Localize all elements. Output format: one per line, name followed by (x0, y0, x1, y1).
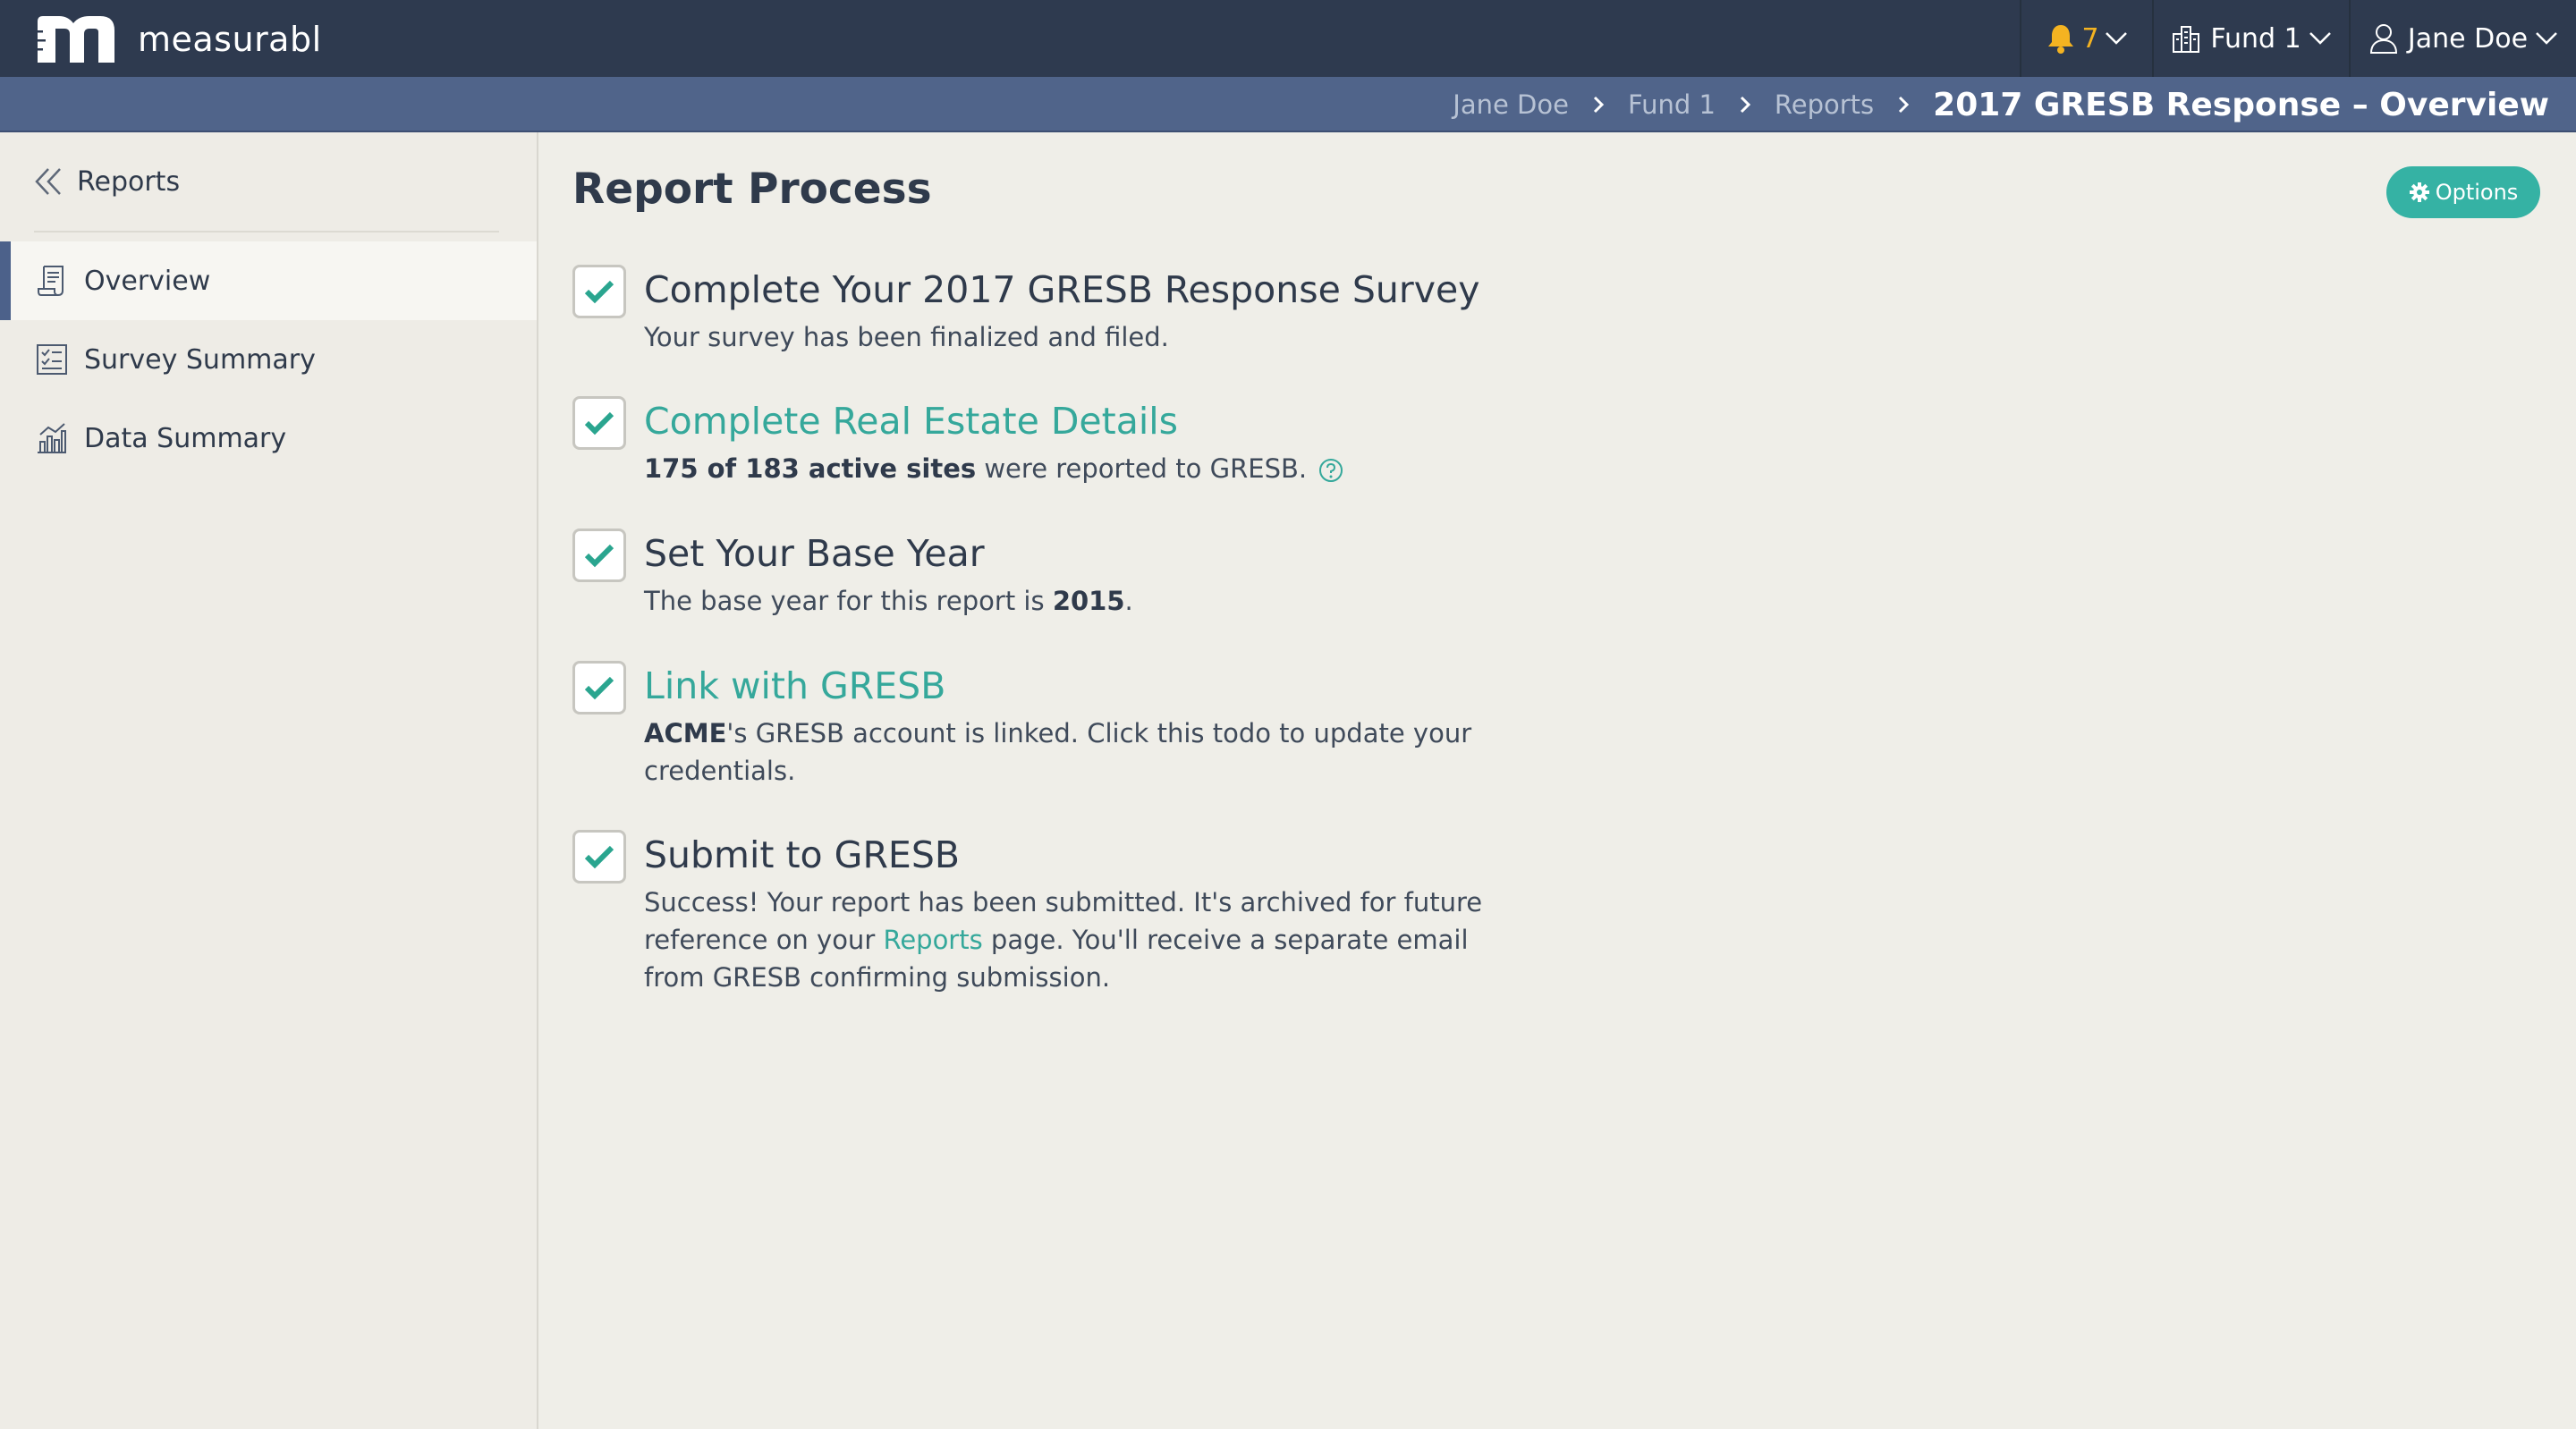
task-title: Complete Your 2017 GRESB Response Survey (644, 268, 1480, 311)
task-description-text: 's GRESB account is linked. Click this t… (644, 718, 1472, 786)
reports-link[interactable]: Reports (883, 925, 982, 955)
page-title: Report Process (572, 165, 932, 214)
bell-icon (2048, 25, 2074, 54)
checkmark-icon (584, 411, 614, 435)
task-title: Submit to GRESB (644, 833, 960, 876)
options-label: Options (2435, 180, 2519, 205)
task-description: 175 of 183 active sites were reported to… (644, 450, 1503, 487)
breadcrumb-item-fund[interactable]: Fund 1 (1628, 89, 1716, 120)
chevron-down-icon (2536, 32, 2557, 45)
chevron-right-icon (1592, 95, 1605, 114)
chevron-right-icon (1739, 95, 1751, 114)
task-description: Success! Your report has been submitted.… (644, 884, 1503, 996)
checkmark-icon (584, 676, 614, 700)
chevron-down-icon (2309, 32, 2331, 45)
task-description: Your survey has been finalized and filed… (644, 322, 1169, 352)
sidebar-item-survey-summary[interactable]: Survey Summary (0, 320, 537, 399)
task-description-text: were reported to GRESB. (976, 453, 1308, 484)
notification-count: 7 (2081, 22, 2099, 55)
chevron-right-icon (1897, 95, 1910, 114)
checkmark-icon (584, 845, 614, 869)
gear-icon (2409, 182, 2429, 202)
report-doc-icon (38, 266, 64, 296)
main-content: Report Process Options Complete Your 201… (540, 132, 2576, 1429)
checklist-icon (37, 344, 67, 375)
bar-chart-icon (38, 423, 66, 453)
help-icon[interactable] (1318, 458, 1343, 483)
sidebar-item-overview[interactable]: Overview (0, 241, 537, 320)
active-sites-count: 175 of 183 active sites (644, 453, 977, 484)
fund-label: Fund 1 (2210, 22, 2301, 55)
task-description-text: . (1124, 586, 1133, 616)
account-name: ACME (644, 718, 727, 748)
brand-logo[interactable]: measurabl (34, 13, 322, 66)
task-checkbox[interactable] (572, 265, 626, 318)
task-checkbox[interactable] (572, 830, 626, 884)
notifications-menu[interactable]: 7 (2020, 0, 2152, 77)
user-menu[interactable]: Jane Doe (2349, 0, 2576, 77)
task-description: The base year for this report is 2015. (644, 582, 1503, 620)
task-title: Set Your Base Year (644, 532, 985, 575)
breadcrumb-bar: Jane Doe Fund 1 Reports 2017 GRESB Respo… (0, 77, 2576, 132)
breadcrumb-item-reports[interactable]: Reports (1775, 89, 1874, 120)
sidebar-item-label: Overview (84, 265, 211, 297)
buildings-icon (2173, 26, 2200, 53)
measurabl-logo-icon (38, 16, 114, 63)
chevron-down-icon (2105, 32, 2127, 45)
breadcrumb-current: 2017 GRESB Response – Overview (1933, 86, 2549, 123)
base-year-value: 2015 (1052, 586, 1125, 616)
breadcrumb-item-user[interactable]: Jane Doe (1453, 89, 1569, 120)
brand-name: measurabl (138, 20, 322, 59)
sidebar-divider (34, 231, 499, 233)
options-button[interactable]: Options (2386, 166, 2540, 218)
breadcrumb: Jane Doe Fund 1 Reports 2017 GRESB Respo… (1453, 77, 2549, 132)
task-description: ACME's GRESB account is linked. Click th… (644, 714, 1503, 790)
sidebar: Reports Overview Survey Summary Data Sum… (0, 132, 538, 1429)
top-navbar: measurabl 7 Fund 1 Jane Doe (0, 0, 2576, 77)
task-description-text: The base year for this report is (644, 586, 1053, 616)
sidebar-item-label: Data Summary (84, 422, 287, 454)
checkmark-icon (584, 544, 614, 568)
user-icon (2369, 24, 2397, 54)
task-title-link[interactable]: Complete Real Estate Details (644, 400, 1178, 443)
sidebar-item-label: Survey Summary (84, 343, 316, 376)
task-title-link[interactable]: Link with GRESB (644, 664, 945, 707)
fund-selector[interactable]: Fund 1 (2152, 0, 2349, 77)
user-name: Jane Doe (2407, 22, 2529, 55)
back-to-reports-link[interactable]: Reports (34, 159, 180, 204)
task-checkbox[interactable] (572, 661, 626, 714)
task-checkbox[interactable] (572, 396, 626, 450)
back-link-label: Reports (77, 165, 181, 198)
checkmark-icon (584, 280, 614, 304)
double-chevron-left-icon (35, 168, 61, 195)
task-checkbox[interactable] (572, 528, 626, 582)
sidebar-item-data-summary[interactable]: Data Summary (0, 399, 537, 478)
